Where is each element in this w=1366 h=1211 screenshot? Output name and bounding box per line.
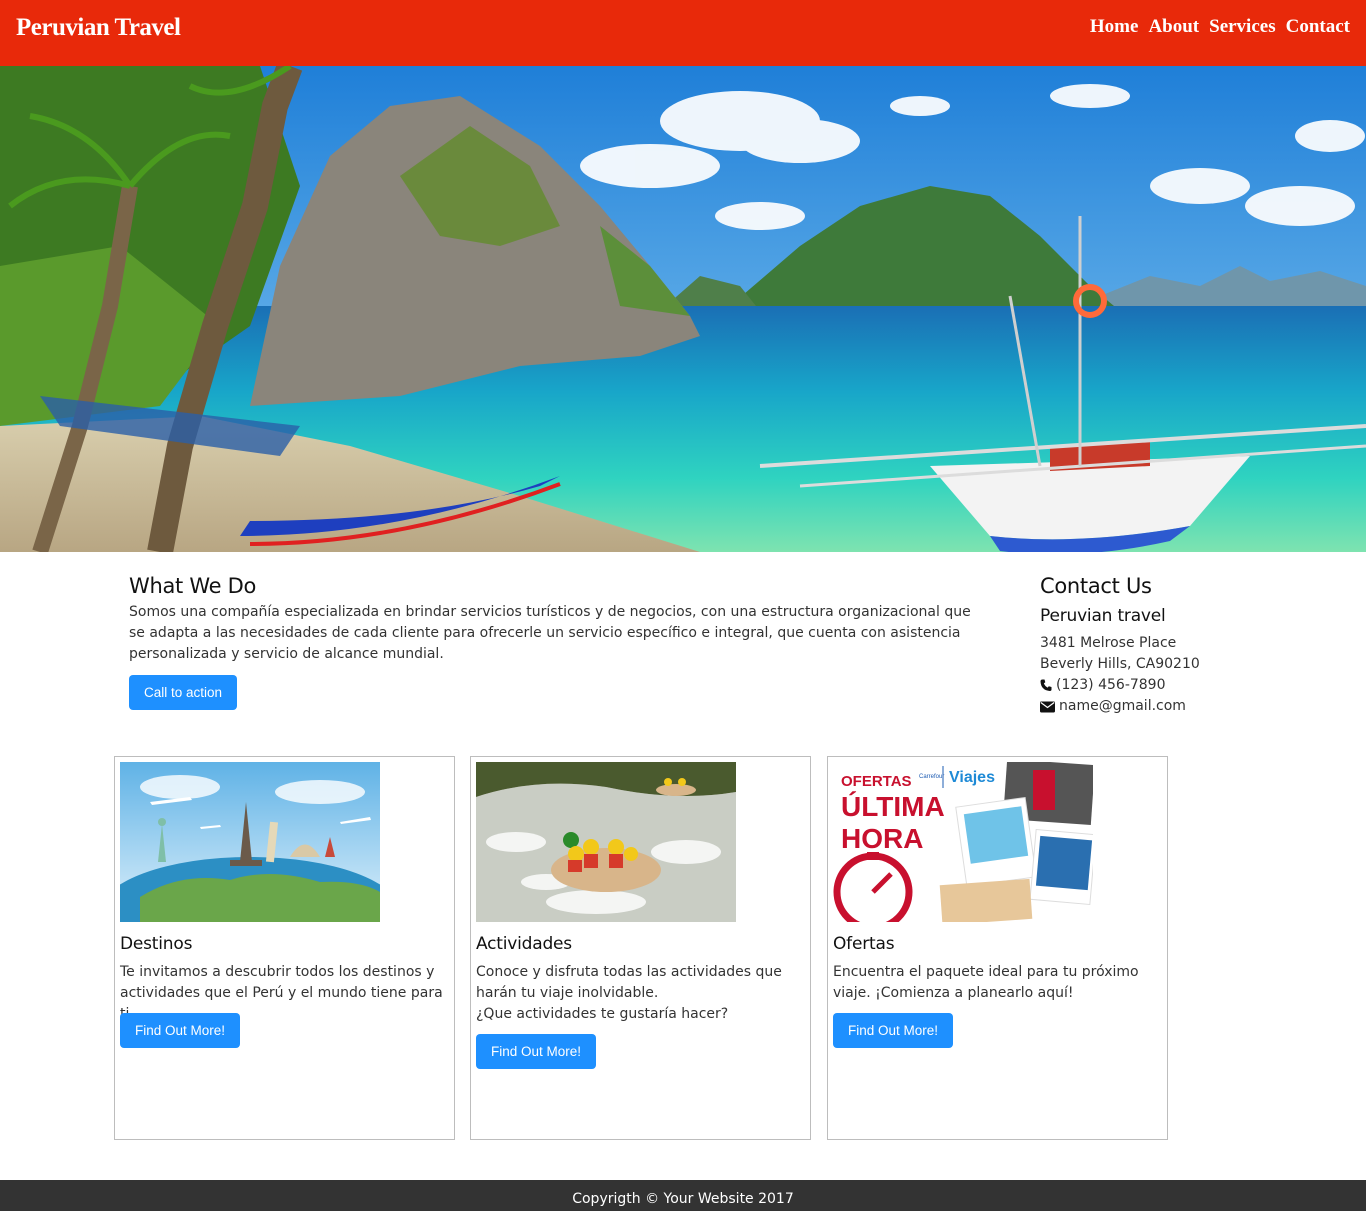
navbar: Peruvian Travel Home About Services Cont… — [0, 0, 1366, 66]
contact-heading: Contact Us — [1040, 574, 1152, 598]
what-we-do-text: Somos una compañía especializada en brin… — [129, 604, 971, 662]
address-line-1: 3481 Melrose Place — [1040, 635, 1177, 651]
footer: Copyrigth © Your Website 2017 — [0, 1180, 1366, 1211]
what-we-do-section: What We Do Somos una compañía especializ… — [129, 574, 979, 710]
ofertas-promo-illustration: OFERTAS Carrefour Viajes ÚLTIMA HORA — [833, 762, 1093, 922]
call-to-action-button[interactable]: Call to action — [129, 675, 238, 710]
card-title: Ofertas — [833, 934, 895, 954]
world-landmarks-illustration — [120, 762, 380, 922]
brand-logo[interactable]: Peruvian Travel — [16, 14, 181, 42]
ofertas-image: OFERTAS Carrefour Viajes ÚLTIMA HORA — [833, 762, 1093, 922]
promo-ofertas-text: OFERTAS — [841, 773, 912, 790]
contact-section: Contact Us Peruvian travel 3481 Melrose … — [1040, 574, 1280, 717]
what-we-do-heading: What We Do — [129, 574, 256, 598]
card-title: Actividades — [476, 934, 572, 954]
contact-email-line: name@gmail.com — [1040, 696, 1280, 717]
find-out-more-button[interactable]: Find Out More! — [476, 1034, 597, 1069]
card-text: Encuentra el paquete ideal para tu próxi… — [833, 964, 1139, 1001]
nav-link-services[interactable]: Services — [1209, 16, 1275, 38]
rafting-illustration — [476, 762, 736, 922]
promo-hora-text: HORA — [841, 823, 923, 854]
hero-image — [0, 66, 1366, 552]
destinos-image — [120, 762, 380, 922]
promo-viajes-text: Viajes — [949, 769, 995, 786]
card-actividades: Actividades Conoce y disfruta todas las … — [470, 756, 811, 1140]
card-ofertas: OFERTAS Carrefour Viajes ÚLTIMA HORA Ofe… — [827, 756, 1168, 1140]
promo-brand-text: Carrefour — [919, 774, 944, 780]
contact-company: Peruvian travel — [1040, 606, 1166, 626]
actividades-image — [476, 762, 736, 922]
nav-link-contact[interactable]: Contact — [1286, 16, 1350, 38]
contact-email[interactable]: name@gmail.com — [1059, 696, 1186, 717]
card-title: Destinos — [120, 934, 193, 954]
card-text-line: Conoce y disfruta todas las actividades … — [476, 964, 782, 1001]
nav-link-about[interactable]: About — [1148, 16, 1199, 38]
nav-link-home[interactable]: Home — [1090, 16, 1139, 38]
beach-scene-illustration — [0, 66, 1366, 552]
nav-links: Home About Services Contact — [1090, 16, 1350, 38]
contact-phone: (123) 456-7890 — [1056, 677, 1166, 693]
find-out-more-button[interactable]: Find Out More! — [833, 1013, 954, 1048]
phone-icon — [1040, 679, 1052, 691]
footer-copyright: Copyrigth © Your Website 2017 — [572, 1191, 794, 1207]
promo-ultima-text: ÚLTIMA — [841, 791, 945, 822]
card-text: Conoce y disfruta todas las actividades … — [476, 962, 806, 1025]
envelope-icon — [1040, 701, 1055, 712]
find-out-more-button[interactable]: Find Out More! — [120, 1013, 241, 1048]
contact-phone-line: (123) 456-7890 — [1040, 675, 1280, 696]
card-text-question: ¿Que actividades te gustaría hacer? — [476, 1006, 729, 1022]
card-destinos: Destinos Te invitamos a descubrir todos … — [114, 756, 455, 1140]
address-line-2: Beverly Hills, CA90210 — [1040, 656, 1200, 672]
